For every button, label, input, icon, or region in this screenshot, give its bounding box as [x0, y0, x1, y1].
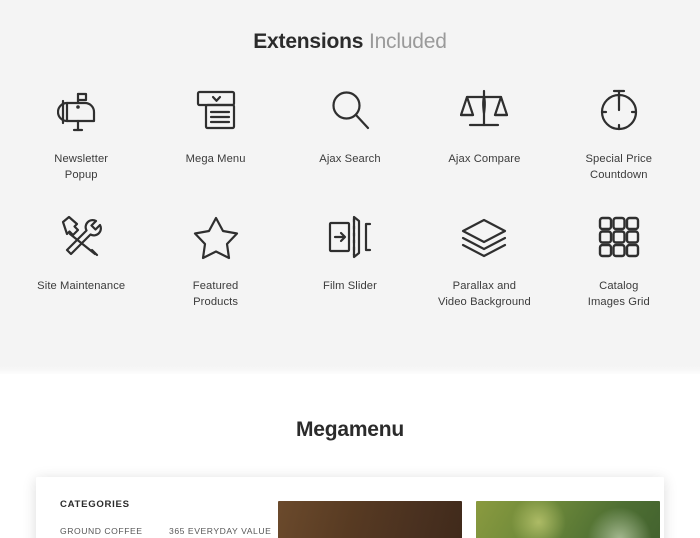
extension-label: Film Slider — [323, 280, 377, 292]
categories-column-1: GROUND COFFEE ROASTED BEANS — [60, 526, 169, 538]
extension-item-mega-menu[interactable]: Mega Menu — [148, 82, 282, 183]
megamenu-title: Megamenu — [295, 418, 405, 441]
megamenu-panel[interactable]: CATEGORIES GROUND COFFEE ROASTED BEANS 3… — [36, 477, 664, 538]
search-icon — [283, 82, 417, 138]
extension-item-featured-products[interactable]: Featured Products — [148, 209, 282, 310]
extension-label: Featured Products — [192, 280, 239, 308]
mailbox-icon — [14, 82, 148, 138]
extension-item-parallax-video-background[interactable]: Parallax and Video Background — [417, 209, 551, 310]
extension-item-newsletter-popup[interactable]: Newsletter Popup — [14, 82, 148, 183]
extension-item-catalog-images-grid[interactable]: Catalog Images Grid — [552, 209, 686, 310]
green-blur-photo[interactable] — [476, 501, 660, 538]
megamenu-categories: CATEGORIES GROUND COFFEE ROASTED BEANS 3… — [60, 499, 278, 538]
categories-column-2: 365 EVERYDAY VALUE FOLGERS — [169, 526, 278, 538]
extensions-title-light: Included — [368, 30, 447, 53]
categories-columns: GROUND COFFEE ROASTED BEANS 365 EVERYDAY… — [60, 526, 278, 538]
slide-out-arrow-icon — [283, 209, 417, 265]
stopwatch-icon — [552, 82, 686, 138]
extension-label: Ajax Compare — [448, 153, 521, 165]
extension-label: Ajax Search — [319, 153, 381, 165]
megamenu-media — [278, 499, 660, 538]
extension-label: Site Maintenance — [37, 280, 126, 292]
extension-label: Mega Menu — [185, 153, 246, 165]
extension-item-special-price-countdown[interactable]: Special Price Countdown — [552, 82, 686, 183]
extension-label: Parallax and Video Background — [437, 280, 531, 308]
extensions-title-strong: Extensions — [253, 30, 364, 53]
categories-heading: CATEGORIES — [60, 499, 130, 510]
hammer-wrench-icon — [14, 209, 148, 265]
extensions-grid: Newsletter Popup Mega Menu Ajax Search A… — [0, 82, 700, 310]
category-link[interactable]: 365 EVERYDAY VALUE — [169, 526, 278, 536]
megamenu-section: Megamenu CATEGORIES GROUND COFFEE ROASTE… — [0, 374, 700, 538]
balance-scale-icon — [417, 82, 551, 138]
extension-item-ajax-search[interactable]: Ajax Search — [283, 82, 417, 183]
dropdown-panel-icon — [148, 82, 282, 138]
extension-label: Newsletter Popup — [54, 153, 109, 181]
extension-item-ajax-compare[interactable]: Ajax Compare — [417, 82, 551, 183]
extensions-title: Extensions Included — [0, 28, 700, 56]
category-link[interactable]: GROUND COFFEE — [60, 526, 169, 536]
grid-3x3-icon — [552, 209, 686, 265]
star-icon — [148, 209, 282, 265]
extension-item-film-slider[interactable]: Film Slider — [283, 209, 417, 310]
coffee-beans-photo[interactable] — [278, 501, 462, 538]
extension-label: Catalog Images Grid — [587, 280, 650, 308]
layers-icon — [417, 209, 551, 265]
extension-item-site-maintenance[interactable]: Site Maintenance — [14, 209, 148, 310]
page-root: Extensions Included Newsletter Popup Meg… — [0, 0, 700, 538]
extension-label: Special Price Countdown — [585, 153, 653, 181]
extensions-section: Extensions Included Newsletter Popup Meg… — [0, 0, 700, 374]
